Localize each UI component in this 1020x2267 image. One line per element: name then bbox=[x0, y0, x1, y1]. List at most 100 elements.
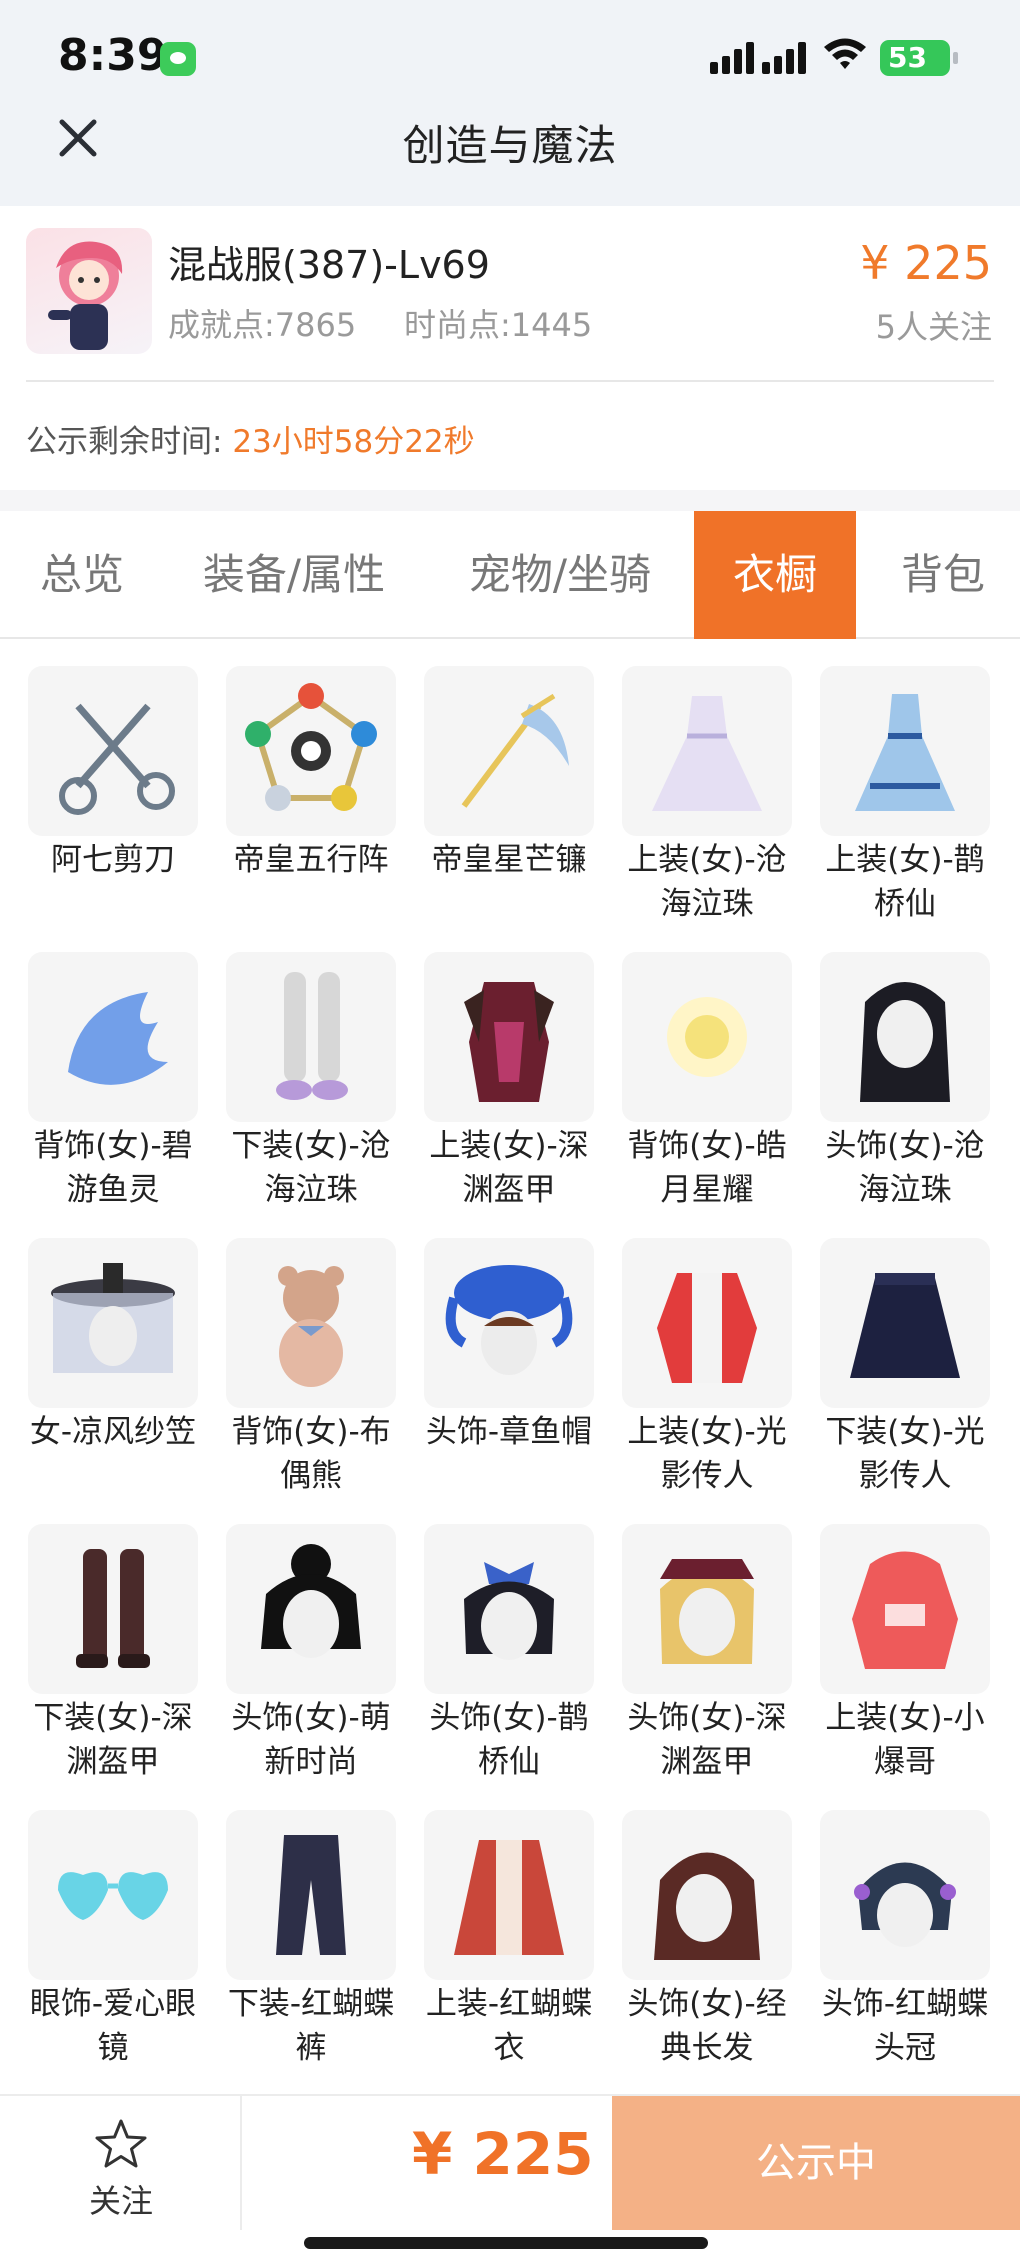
wardrobe-item-label: 帝皇五行阵 bbox=[233, 842, 389, 878]
wardrobe-item-label: 头饰(女)-深渊盔甲 bbox=[627, 1700, 787, 1780]
tab-equipment[interactable]: 装备/属性 bbox=[176, 511, 412, 639]
signal-icon-2 bbox=[762, 38, 806, 74]
head-long-hair-icon bbox=[820, 952, 990, 1122]
wardrobe-item[interactable]: 帝皇五行阵 bbox=[212, 640, 410, 926]
wifi-icon bbox=[824, 38, 866, 69]
remaining-time-label: 公示剩余时间: bbox=[26, 424, 223, 460]
wardrobe-item-label: 背饰(女)-布偶熊 bbox=[231, 1414, 391, 1494]
wardrobe-item-label: 帝皇星芒镰 bbox=[431, 842, 587, 878]
wardrobe-item[interactable]: 头饰-章鱼帽 bbox=[410, 1212, 608, 1498]
wardrobe-item[interactable]: 下装(女)-光影传人 bbox=[806, 1212, 1004, 1498]
wardrobe-item[interactable]: 下装(女)-沧海泣珠 bbox=[212, 926, 410, 1212]
hoodie-icon bbox=[820, 1524, 990, 1694]
wardrobe-item[interactable]: 眼饰-爱心眼镜 bbox=[14, 1784, 212, 2070]
fashion-points: 时尚点:1445 bbox=[404, 306, 593, 344]
wardrobe-item[interactable]: 头饰(女)-经典长发 bbox=[608, 1784, 806, 2070]
character-avatar bbox=[26, 228, 152, 354]
water-wings-icon bbox=[28, 952, 198, 1122]
scissors-icon bbox=[28, 666, 198, 836]
wardrobe-item-label: 上装(女)-小爆哥 bbox=[825, 1700, 985, 1780]
wardrobe-item-label: 头饰-章鱼帽 bbox=[425, 1414, 593, 1450]
wardrobe-item[interactable]: 上装(女)-光影传人 bbox=[608, 1212, 806, 1498]
section-gap bbox=[0, 490, 1020, 512]
red-coat-icon bbox=[424, 1810, 594, 1980]
follower-count: 5人关注 bbox=[875, 308, 992, 346]
skirt-icon bbox=[820, 1238, 990, 1408]
star-icon bbox=[95, 2119, 147, 2168]
wardrobe-item[interactable]: 上装(女)-深渊盔甲 bbox=[410, 926, 608, 1212]
achievement-points: 成就点:7865 bbox=[168, 306, 357, 344]
head-crown-icon bbox=[820, 1810, 990, 1980]
wardrobe-item[interactable]: 下装-红蝴蝶裤 bbox=[212, 1784, 410, 2070]
follow-button[interactable]: 关注 bbox=[0, 2096, 242, 2230]
wardrobe-item-label: 背饰(女)-皓月星耀 bbox=[627, 1128, 787, 1208]
boots-icon bbox=[28, 1524, 198, 1694]
wardrobe-item-label: 下装-红蝴蝶裤 bbox=[227, 1986, 395, 2066]
dress-icon bbox=[622, 666, 792, 836]
wardrobe-item[interactable]: 上装(女)-鹊桥仙 bbox=[806, 640, 1004, 926]
wardrobe-item-label: 上装(女)-鹊桥仙 bbox=[825, 842, 985, 922]
tab-overview[interactable]: 总览 bbox=[0, 511, 164, 639]
orb-ring-icon bbox=[226, 666, 396, 836]
wardrobe-item[interactable]: 头饰(女)-萌新时尚 bbox=[212, 1498, 410, 1784]
wardrobe-item[interactable]: 帝皇星芒镰 bbox=[410, 640, 608, 926]
page-title: 创造与魔法 bbox=[402, 121, 618, 170]
top-area: 8:39 53 创造与魔法 bbox=[0, 0, 1020, 206]
wardrobe-item-label: 头饰(女)-萌新时尚 bbox=[231, 1700, 391, 1780]
battery-indicator: 53 bbox=[880, 40, 958, 76]
wardrobe-item[interactable]: 上装(女)-小爆哥 bbox=[806, 1498, 1004, 1784]
wardrobe-item-label: 头饰(女)-经典长发 bbox=[627, 1986, 787, 2066]
wardrobe-item-label: 头饰(女)-鹊桥仙 bbox=[429, 1700, 589, 1780]
wardrobe-item-label: 下装(女)-深渊盔甲 bbox=[33, 1700, 193, 1780]
product-name: 混战服(387)-Lv69 bbox=[168, 243, 490, 287]
wardrobe-item[interactable]: 女-凉风纱笠 bbox=[14, 1212, 212, 1498]
remaining-time-row: 公示剩余时间: 23小时58分22秒 bbox=[26, 416, 475, 461]
bottom-price: ¥ 225 bbox=[412, 2120, 594, 2188]
wardrobe-item-label: 头饰(女)-沧海泣珠 bbox=[825, 1128, 985, 1208]
wardrobe-item[interactable]: 上装(女)-沧海泣珠 bbox=[608, 640, 806, 926]
wardrobe-item[interactable]: 阿七剪刀 bbox=[14, 640, 212, 926]
remaining-time-value: 23小时58分22秒 bbox=[232, 424, 475, 460]
head-blonde-icon bbox=[622, 1524, 792, 1694]
tab-backpack[interactable]: 背包 bbox=[866, 511, 1020, 639]
wardrobe-item-label: 头饰-红蝴蝶头冠 bbox=[821, 1986, 989, 2066]
wardrobe-item[interactable]: 下装(女)-深渊盔甲 bbox=[14, 1498, 212, 1784]
signal-icon bbox=[710, 38, 754, 74]
wardrobe-item-label: 背饰(女)-碧游鱼灵 bbox=[33, 1128, 193, 1208]
glow-orb-icon bbox=[622, 952, 792, 1122]
wardrobe-item[interactable]: 头饰(女)-鹊桥仙 bbox=[410, 1498, 608, 1784]
wardrobe-item-label: 上装(女)-沧海泣珠 bbox=[627, 842, 787, 922]
wardrobe-item[interactable]: 背饰(女)-碧游鱼灵 bbox=[14, 926, 212, 1212]
divider bbox=[26, 380, 994, 382]
status-time: 8:39 bbox=[58, 30, 168, 81]
wardrobe-item[interactable]: 头饰(女)-沧海泣珠 bbox=[806, 926, 1004, 1212]
wardrobe-item[interactable]: 背饰(女)-皓月星耀 bbox=[608, 926, 806, 1212]
wardrobe-item[interactable]: 头饰(女)-深渊盔甲 bbox=[608, 1498, 806, 1784]
bottom-bar: 关注 ¥ 225 公示中 bbox=[0, 2094, 1020, 2230]
product-price: ¥ 225 bbox=[860, 236, 992, 290]
follow-label: 关注 bbox=[88, 2182, 153, 2220]
red-jacket-icon bbox=[622, 1238, 792, 1408]
wardrobe-item[interactable]: 背饰(女)-布偶熊 bbox=[212, 1212, 410, 1498]
pants-icon bbox=[226, 1810, 396, 1980]
wardrobe-item-label: 女-凉风纱笠 bbox=[29, 1414, 197, 1450]
publicity-button[interactable]: 公示中 bbox=[612, 2096, 1020, 2230]
octopus-hat-icon bbox=[424, 1238, 594, 1408]
message-icon bbox=[160, 42, 196, 76]
wardrobe-item-label: 上装(女)-深渊盔甲 bbox=[429, 1128, 589, 1208]
tab-wardrobe[interactable]: 衣橱 bbox=[694, 511, 856, 639]
teddy-bear-icon bbox=[226, 1238, 396, 1408]
wardrobe-item-label: 下装(女)-光影传人 bbox=[825, 1414, 985, 1494]
wardrobe-item-label: 上装-红蝴蝶衣 bbox=[425, 1986, 593, 2066]
wardrobe-item[interactable]: 头饰-红蝴蝶头冠 bbox=[806, 1784, 1004, 2070]
tab-pets-mounts[interactable]: 宠物/坐骑 bbox=[440, 511, 680, 639]
product-header: 混战服(387)-Lv69 成就点:7865 时尚点:1445 ¥ 225 5人… bbox=[0, 206, 1020, 502]
wardrobe-item-label: 下装(女)-沧海泣珠 bbox=[231, 1128, 391, 1208]
wardrobe-item[interactable]: 上装-红蝴蝶衣 bbox=[410, 1784, 608, 2070]
wardrobe-item-label: 眼饰-爱心眼镜 bbox=[29, 1986, 197, 2066]
tab-bar: 总览 装备/属性 宠物/坐骑 衣橱 背包 bbox=[0, 511, 1020, 639]
scythe-icon bbox=[424, 666, 594, 836]
head-bun-icon bbox=[226, 1524, 396, 1694]
wardrobe-item-label: 上装(女)-光影传人 bbox=[627, 1414, 787, 1494]
head-brown-hair-icon bbox=[622, 1810, 792, 1980]
